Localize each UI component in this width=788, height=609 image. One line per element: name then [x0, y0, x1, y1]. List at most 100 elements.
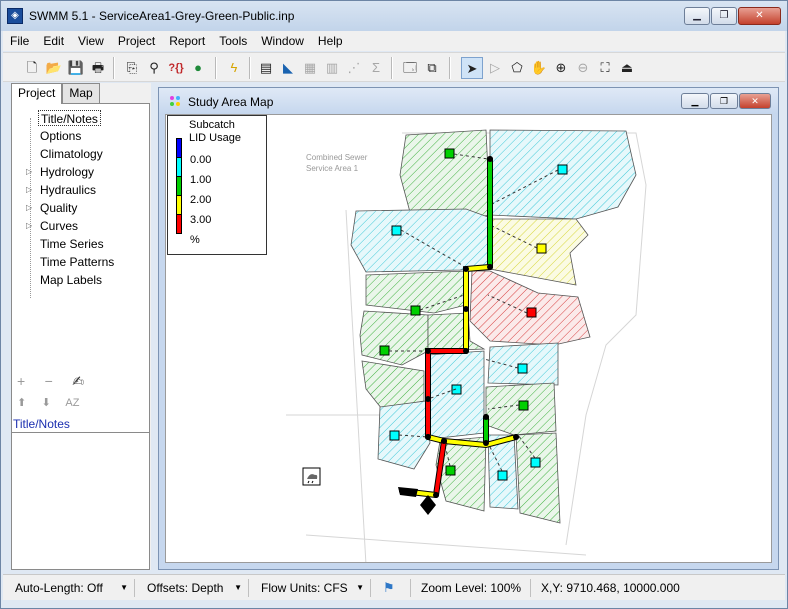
full-extent-icon[interactable]: ⛶ — [594, 57, 616, 79]
swmm-app-icon[interactable]: ◈ — [7, 8, 23, 24]
overview-globe-icon[interactable]: ● — [187, 57, 209, 79]
expand-quality-icon[interactable]: ▷ — [26, 200, 32, 216]
outfall-node[interactable] — [420, 495, 436, 515]
subcatchment-13[interactable] — [377, 400, 431, 470]
move-up-icon[interactable]: ⬆ — [17, 397, 26, 409]
chevron-down-icon[interactable]: ▼ — [356, 579, 364, 597]
marker-s1[interactable] — [444, 148, 455, 159]
marker-s7[interactable] — [379, 345, 390, 356]
tree-item-time-series[interactable]: Time Series — [40, 236, 104, 252]
close-button[interactable]: ✕ — [738, 7, 781, 25]
junction-node[interactable] — [463, 348, 469, 354]
save-icon[interactable]: 💾 — [65, 57, 87, 79]
pan-hand-icon[interactable]: ✋ — [528, 57, 550, 79]
expand-hydraulics-icon[interactable]: ▷ — [26, 182, 32, 198]
menu-edit[interactable]: Edit — [36, 34, 71, 48]
new-file-icon[interactable]: 🗋 — [21, 57, 43, 79]
tree-item-climatology[interactable]: Climatology — [40, 146, 103, 162]
map-label-line-1[interactable]: Combined Sewer — [306, 153, 368, 162]
junction-node[interactable] — [487, 264, 493, 270]
map-label-line-2[interactable]: Service Area 1 — [306, 164, 359, 173]
status-report-icon[interactable]: ▤ — [255, 57, 277, 79]
expand-hydrology-icon[interactable]: ▷ — [26, 164, 32, 180]
select-object-icon[interactable]: ➤ — [461, 57, 483, 79]
flow-units-dropdown[interactable]: Flow Units: CFS ▼ — [253, 579, 371, 597]
menu-help[interactable]: Help — [311, 34, 350, 48]
tree-item-map-labels[interactable]: Map Labels — [40, 272, 102, 288]
junction-node[interactable] — [425, 434, 431, 440]
map-maximize-button[interactable]: ❐ — [710, 93, 738, 109]
chevron-down-icon[interactable]: ▼ — [234, 579, 242, 597]
junction-node[interactable] — [483, 440, 489, 446]
marker-s3[interactable] — [391, 225, 402, 236]
junction-node[interactable] — [433, 492, 439, 498]
tree-item-curves[interactable]: Curves — [40, 218, 78, 234]
chevron-down-icon[interactable]: ▼ — [120, 579, 128, 597]
lid-usage-legend[interactable]: Subcatch LID Usage 0.00 1.00 2.00 3.00 % — [167, 115, 267, 255]
junction-node[interactable] — [463, 266, 469, 272]
expand-curves-icon[interactable]: ▷ — [26, 218, 32, 234]
marker-s5[interactable] — [410, 305, 421, 316]
open-folder-icon[interactable]: 📂 — [43, 57, 65, 79]
subcatchment-11[interactable] — [427, 350, 485, 440]
marker-s13[interactable] — [497, 470, 508, 481]
find-binoculars-icon[interactable]: ⚲ — [143, 57, 165, 79]
flag-icon[interactable]: ⚑ — [375, 579, 411, 597]
add-object-icon[interactable]: + — [17, 373, 25, 389]
rain-gage-icon[interactable] — [302, 467, 321, 486]
run-lightning-icon[interactable]: ϟ — [223, 57, 245, 79]
select-vertex-icon[interactable]: ▷ — [484, 57, 506, 79]
tree-item-time-patterns[interactable]: Time Patterns — [40, 254, 114, 270]
offsets-dropdown[interactable]: Offsets: Depth ▼ — [139, 579, 249, 597]
subcatchment-9[interactable] — [361, 360, 425, 410]
edit-object-icon[interactable]: ✍ — [72, 373, 84, 389]
marker-s2[interactable] — [557, 164, 568, 175]
marker-s14[interactable] — [530, 457, 541, 468]
delete-object-icon[interactable]: − — [45, 373, 53, 389]
tree-item-options[interactable]: Options — [40, 128, 81, 144]
junction-node[interactable] — [463, 306, 469, 312]
query-icon[interactable]: ?{} — [165, 57, 187, 79]
marker-s4[interactable] — [536, 243, 547, 254]
junction-node[interactable] — [513, 434, 519, 440]
marker-s10[interactable] — [518, 400, 529, 411]
menu-view[interactable]: View — [71, 34, 111, 48]
tree-item-quality[interactable]: Quality — [40, 200, 77, 216]
auto-length-dropdown[interactable]: Auto-Length: Off ▼ — [7, 579, 135, 597]
tree-item-hydrology[interactable]: Hydrology — [40, 164, 94, 180]
map-minimize-button[interactable]: ▁ — [681, 93, 709, 109]
junction-node[interactable] — [487, 156, 493, 162]
minimize-button[interactable]: ▁ — [684, 7, 710, 25]
print-icon[interactable]: 🖶 — [87, 57, 109, 79]
sort-icon[interactable]: AZ — [65, 397, 79, 409]
menu-tools[interactable]: Tools — [212, 34, 254, 48]
menu-report[interactable]: Report — [162, 34, 212, 48]
subcatchment-7[interactable] — [359, 310, 429, 366]
select-region-icon[interactable]: ⬠ — [506, 57, 528, 79]
profile-plot-icon[interactable]: ◣ — [277, 57, 299, 79]
copy-icon[interactable]: ⎘ — [121, 57, 143, 79]
tree-item-hydraulics[interactable]: Hydraulics — [40, 182, 96, 198]
menu-file[interactable]: File — [3, 34, 36, 48]
map-print-icon[interactable]: ⏏ — [616, 57, 638, 79]
marker-s11[interactable] — [389, 430, 400, 441]
subcatchment-16[interactable] — [515, 432, 561, 524]
junction-node[interactable] — [483, 414, 489, 420]
menu-project[interactable]: Project — [111, 34, 162, 48]
options-icon[interactable]: 🗔 — [399, 57, 421, 79]
subcatchment-3[interactable] — [350, 208, 489, 273]
map-canvas[interactable]: Combined Sewer Service Area 1 Subcatch L… — [165, 114, 772, 563]
tab-map[interactable]: Map — [62, 83, 100, 103]
map-close-button[interactable]: ✕ — [739, 93, 771, 109]
maximize-button[interactable]: ❐ — [711, 7, 737, 25]
marker-s8[interactable] — [517, 363, 528, 374]
tree-item-title-notes[interactable]: Title/Notes — [38, 110, 101, 126]
storage-unit[interactable] — [398, 487, 418, 497]
arrange-windows-icon[interactable]: ⧉ — [421, 57, 443, 79]
zoom-in-icon[interactable]: ⊕ — [550, 57, 572, 79]
zoom-out-icon[interactable]: ⊖ — [572, 57, 594, 79]
junction-node[interactable] — [441, 438, 447, 444]
object-list-box[interactable] — [11, 432, 150, 570]
junction-node[interactable] — [425, 396, 431, 402]
marker-s12[interactable] — [445, 465, 456, 476]
